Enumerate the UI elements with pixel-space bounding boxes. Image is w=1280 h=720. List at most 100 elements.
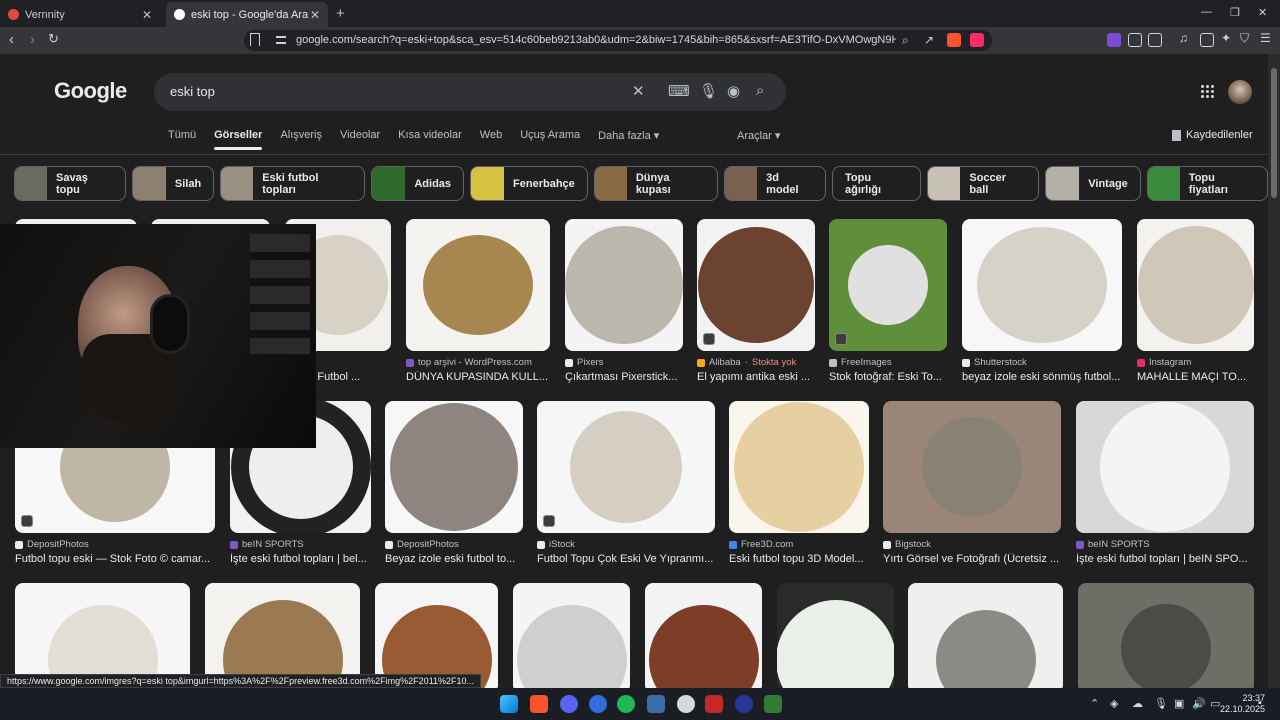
image-result[interactable]: Free3D.com Eski futbol topu 3D Model...	[729, 401, 869, 565]
site-settings-icon[interactable]	[276, 36, 286, 44]
wallet-icon[interactable]	[1200, 33, 1214, 47]
result-title[interactable]: beyaz izole eski sönmüş futbol...	[962, 371, 1122, 383]
search-icon[interactable]: ⌕	[756, 82, 764, 99]
forward-icon[interactable]: ›	[30, 31, 35, 48]
microphone-icon[interactable]: 🎙	[699, 82, 718, 100]
media-app-icon[interactable]	[705, 695, 723, 713]
image-result[interactable]: Instagram MAHALLE MAÇI TO...	[1137, 219, 1254, 383]
tab-videos[interactable]: Videolar	[340, 129, 380, 149]
image-result[interactable]	[1078, 583, 1254, 688]
tab-google-search[interactable]: eski top - Google'da Ara ✕	[166, 2, 328, 27]
discord-icon[interactable]	[560, 695, 578, 713]
network-icon[interactable]: ▣	[1174, 697, 1184, 710]
image-result[interactable]: Bigstock Yırtı Görsel ve Fotoğrafı (Ücre…	[883, 401, 1061, 565]
cloud-icon[interactable]: ☁	[1132, 697, 1143, 710]
result-image[interactable]	[385, 401, 523, 533]
result-image[interactable]	[645, 583, 762, 688]
result-image[interactable]	[883, 401, 1061, 533]
address-bar[interactable]: google.com/search?q=eski+top&sca_esv=514…	[244, 30, 992, 51]
notification-icon[interactable]: ▪	[1258, 697, 1262, 709]
image-result[interactable]	[513, 583, 630, 688]
tab-more[interactable]: Daha fazla ▾	[598, 129, 659, 149]
chip[interactable]: Topu ağırlığı	[831, 166, 922, 201]
tab-images[interactable]: Görseller	[214, 129, 263, 150]
share-icon[interactable]: ↗	[924, 33, 934, 47]
google-logo[interactable]: Google	[54, 78, 127, 104]
result-image[interactable]	[565, 219, 683, 351]
image-result[interactable]	[375, 583, 498, 688]
chip[interactable]: Silah	[131, 166, 215, 201]
music-icon[interactable]: ♫	[1179, 31, 1188, 45]
image-result[interactable]: DepositPhotos Beyaz izole eski futbol to…	[385, 401, 523, 565]
result-title[interactable]: DÜNYA KUPASINDA KULL...	[406, 371, 550, 383]
extensions-puzzle-icon[interactable]	[1128, 33, 1142, 47]
result-title[interactable]: İşte eski futbol topları | bel...	[230, 553, 371, 565]
brave-rewards-icon[interactable]	[970, 33, 984, 47]
result-title[interactable]: İşte eski futbol topları | beIN SPO...	[1076, 553, 1254, 565]
image-result[interactable]: iStock Futbol Topu Çok Eski Ve Yıpranmı.…	[537, 401, 715, 565]
chip[interactable]: Eski futbol topları	[220, 166, 366, 201]
obs-icon[interactable]	[735, 695, 753, 713]
tab-shopping[interactable]: Alışveriş	[280, 129, 322, 149]
url-text[interactable]: google.com/search?q=eski+top&sca_esv=514…	[296, 34, 896, 46]
result-image[interactable]	[729, 401, 869, 533]
search-input[interactable]: eski top	[170, 84, 215, 99]
tab-flights[interactable]: Uçuş Arama	[520, 129, 580, 149]
image-result[interactable]: Shutterstock beyaz izole eski sönmüş fut…	[962, 219, 1122, 383]
result-image[interactable]	[205, 583, 360, 688]
result-image[interactable]	[537, 401, 715, 533]
zoom-icon[interactable]: ⌕	[902, 33, 909, 48]
image-result[interactable]: Pixers Çıkartması Pixerstick...	[565, 219, 683, 383]
result-title[interactable]: MAHALLE MAÇI TO...	[1137, 371, 1254, 383]
chip[interactable]: Savaş topu	[14, 166, 126, 201]
image-result[interactable]	[908, 583, 1063, 688]
image-result[interactable]	[645, 583, 762, 688]
clear-icon[interactable]: ✕	[632, 82, 645, 100]
back-icon[interactable]: ‹	[9, 31, 14, 48]
result-title[interactable]: Stok fotoğraf: Eski To...	[829, 371, 947, 383]
search-box[interactable]: eski top ✕ ⌨ 🎙 ◉ ⌕	[154, 73, 786, 111]
chip[interactable]: Topu fiyatları	[1146, 166, 1268, 201]
menu-icon[interactable]: ☰	[1260, 31, 1271, 45]
bookmark-icon[interactable]	[250, 33, 260, 46]
result-image[interactable]	[1137, 219, 1254, 351]
chip[interactable]: Soccer ball	[927, 166, 1040, 201]
result-title[interactable]: Yırtı Görsel ve Fotoğrafı (Ücretsiz ...	[883, 553, 1061, 565]
scrollbar[interactable]	[1268, 54, 1280, 688]
result-image[interactable]	[513, 583, 630, 688]
tab-short-videos[interactable]: Kısa videolar	[398, 129, 462, 149]
new-tab-icon[interactable]: +	[336, 5, 345, 22]
chip[interactable]: Dünya kupası	[593, 166, 719, 201]
vpn-shield-icon[interactable]: ⛉	[1240, 31, 1249, 46]
image-result[interactable]	[205, 583, 360, 688]
windows-start-icon[interactable]	[500, 695, 518, 713]
result-image[interactable]	[406, 219, 550, 351]
tools-button[interactable]: Araçlar ▾	[737, 129, 780, 142]
result-image[interactable]	[829, 219, 947, 351]
close-tab-icon[interactable]: ✕	[142, 8, 152, 22]
result-image[interactable]	[375, 583, 498, 688]
brave-browser-icon[interactable]	[530, 695, 548, 713]
image-result[interactable]: FreeImages Stok fotoğraf: Eski To...	[829, 219, 947, 383]
battery-icon[interactable]: ▭	[1210, 697, 1220, 710]
keyboard-icon[interactable]: ⌨	[668, 82, 690, 100]
result-image[interactable]	[697, 219, 815, 351]
edge-icon[interactable]	[589, 695, 607, 713]
chip[interactable]: Vintage	[1045, 166, 1141, 201]
result-image[interactable]	[1078, 583, 1254, 688]
result-image[interactable]	[962, 219, 1122, 351]
reader-icon[interactable]	[1148, 33, 1162, 47]
leo-ai-icon[interactable]: ✦	[1221, 31, 1231, 45]
image-result[interactable]: beIN SPORTS İşte eski futbol topları | b…	[1076, 401, 1254, 565]
reload-icon[interactable]: ↻	[48, 31, 59, 47]
extension-icon[interactable]	[1107, 33, 1121, 47]
chip[interactable]: Fenerbahçe	[470, 166, 588, 201]
image-result[interactable]	[777, 583, 894, 688]
minimize-icon[interactable]: —	[1201, 6, 1212, 18]
scrollbar-thumb[interactable]	[1271, 68, 1277, 198]
steam-icon[interactable]	[677, 695, 695, 713]
result-title[interactable]: Futbol Topu Çok Eski Ve Yıpranmı...	[537, 553, 715, 565]
result-title[interactable]: Çıkartması Pixerstick...	[565, 371, 683, 383]
tray-app-icon[interactable]: ◈	[1110, 697, 1118, 710]
result-title[interactable]: El yapımı antika eski ...	[697, 371, 815, 383]
